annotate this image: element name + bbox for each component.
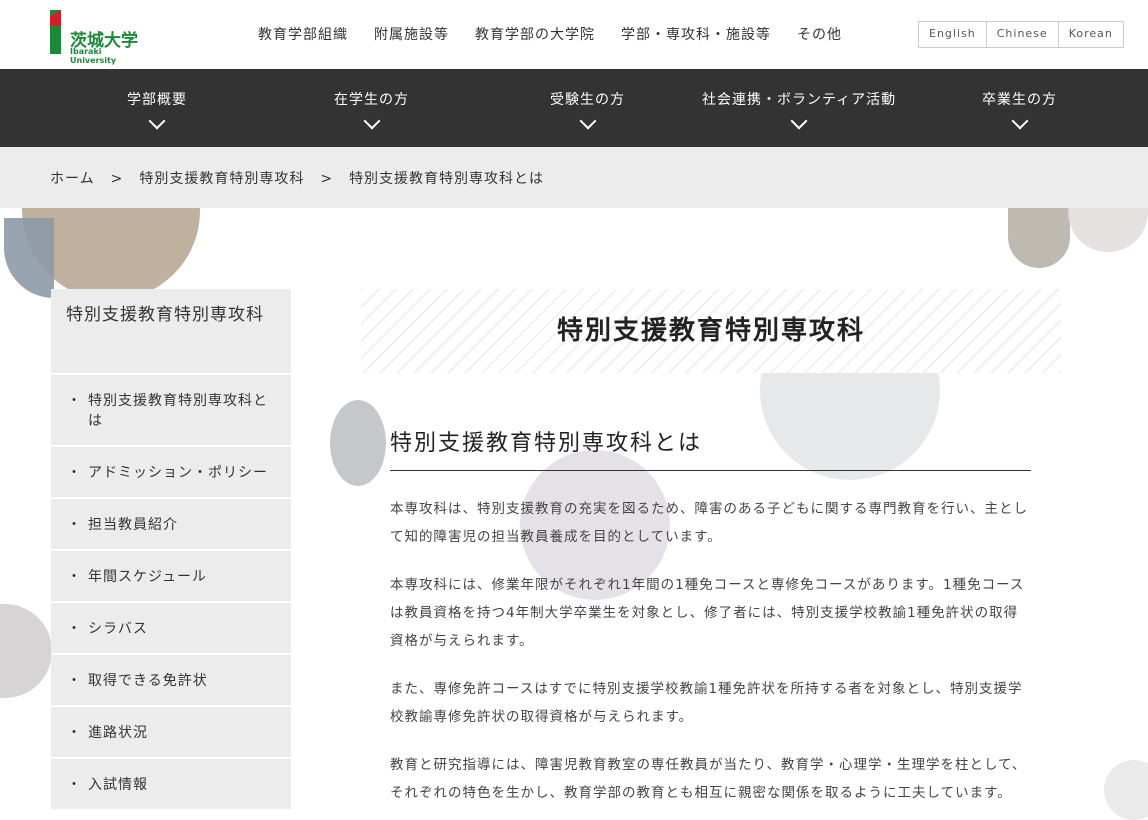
main-nav: 学部概要 在学生の方 受験生の方 社会連携・ボランティア活動 卒業生の方 bbox=[0, 69, 1148, 147]
university-logo[interactable]: 茨城大学 Ibaraki University bbox=[50, 10, 150, 65]
sidebar-item-faculty[interactable]: ・担当教員紹介 bbox=[51, 497, 291, 549]
page-title: 特別支援教育特別専攻科 bbox=[556, 316, 865, 346]
topnav-graduate-school[interactable]: 教育学部の大学院 bbox=[475, 24, 595, 44]
logo-name-en: Ibaraki University bbox=[70, 47, 117, 65]
sidebar-item-label: 進路状況 bbox=[88, 725, 148, 741]
mainnav-about[interactable]: 学部概要 bbox=[127, 89, 187, 130]
bullet: ・ bbox=[67, 673, 82, 689]
sidebar-item-label: 取得できる免許状 bbox=[88, 673, 208, 689]
decorative-photo bbox=[1104, 760, 1148, 820]
bullet: ・ bbox=[67, 393, 82, 409]
sidebar: 特別支援教育特別専攻科 ・特別支援教育特別専攻科とは ・アドミッション・ポリシー… bbox=[51, 289, 291, 809]
paragraph: 本専攻科には、修業年限がそれぞれ1年間の1種免コースと専修免コースがあります。1… bbox=[390, 577, 1025, 649]
language-switcher: English Chinese Korean bbox=[918, 21, 1124, 48]
mainnav-community[interactable]: 社会連携・ボランティア活動 bbox=[702, 89, 897, 130]
chevron-down-icon bbox=[1011, 112, 1028, 130]
utility-nav: 教育学部組織 附属施設等 教育学部の大学院 学部・専攻科・施設等 その他 bbox=[258, 24, 868, 44]
sidebar-item-about[interactable]: ・特別支援教育特別専攻科とは bbox=[51, 373, 291, 445]
sidebar-item-licenses[interactable]: ・取得できる免許状 bbox=[51, 653, 291, 705]
bullet: ・ bbox=[67, 465, 82, 481]
sidebar-item-label: シラバス bbox=[88, 621, 148, 637]
sidebar-item-label: アドミッション・ポリシー bbox=[88, 465, 268, 481]
mainnav-applicants-label: 受験生の方 bbox=[550, 92, 625, 108]
sidebar-item-syllabus[interactable]: ・シラバス bbox=[51, 601, 291, 653]
chevron-down-icon bbox=[148, 112, 166, 130]
sidebar-item-admission-policy[interactable]: ・アドミッション・ポリシー bbox=[51, 445, 291, 497]
sidebar-item-label: 年間スケジュール bbox=[88, 569, 208, 585]
mainnav-about-label: 学部概要 bbox=[127, 92, 187, 108]
bullet: ・ bbox=[67, 621, 82, 637]
lang-chinese-button[interactable]: Chinese bbox=[987, 22, 1059, 47]
bullet: ・ bbox=[67, 725, 82, 741]
sidebar-item-label: 特別支援教育特別専攻科とは bbox=[88, 393, 268, 429]
sidebar-item-label: 入試情報 bbox=[88, 777, 148, 793]
breadcrumb-current: 特別支援教育特別専攻科とは bbox=[349, 171, 545, 187]
sidebar-item-label: 担当教員紹介 bbox=[88, 517, 178, 533]
lang-korean-button[interactable]: Korean bbox=[1059, 22, 1123, 47]
chevron-down-icon bbox=[363, 112, 380, 130]
breadcrumb-separator: > bbox=[320, 171, 334, 187]
sidebar-item-admissions[interactable]: ・入試情報 bbox=[51, 757, 291, 809]
section-title: 特別支援教育特別専攻科とは bbox=[390, 425, 1031, 471]
breadcrumb: ホーム > 特別支援教育特別専攻科 > 特別支援教育特別専攻科とは bbox=[0, 147, 1148, 208]
main-content: 特別支援教育特別専攻科とは 本専攻科は、特別支援教育の充実を図るため、障害のある… bbox=[390, 425, 1031, 807]
breadcrumb-separator: > bbox=[110, 171, 124, 187]
breadcrumb-department[interactable]: 特別支援教育特別専攻科 bbox=[139, 171, 304, 187]
topnav-departments[interactable]: 学部・専攻科・施設等 bbox=[621, 24, 771, 44]
decorative-photo bbox=[1008, 208, 1070, 268]
sidebar-item-schedule[interactable]: ・年間スケジュール bbox=[51, 549, 291, 601]
mainnav-community-label: 社会連携・ボランティア活動 bbox=[702, 92, 897, 108]
sidebar-item-career[interactable]: ・進路状況 bbox=[51, 705, 291, 757]
breadcrumb-home[interactable]: ホーム bbox=[50, 171, 95, 187]
bullet: ・ bbox=[67, 569, 82, 585]
mainnav-alumni[interactable]: 卒業生の方 bbox=[982, 89, 1057, 130]
paragraph: また、専修免許コースはすでに特別支援学校教諭1種免許状を所持する者を対象とし、特… bbox=[390, 681, 1023, 725]
chevron-down-icon bbox=[790, 112, 808, 130]
bullet: ・ bbox=[67, 517, 82, 533]
decorative-photo bbox=[330, 400, 386, 486]
mainnav-students-label: 在学生の方 bbox=[334, 92, 409, 108]
paragraph: 教育と研究指導には、障害児教育教室の専任教員が当たり、教育学・心理学・生理学を柱… bbox=[390, 757, 1027, 801]
topnav-other[interactable]: その他 bbox=[797, 24, 842, 44]
decorative-photo bbox=[0, 604, 52, 698]
page-title-banner: 特別支援教育特別専攻科 bbox=[361, 289, 1061, 373]
mainnav-applicants[interactable]: 受験生の方 bbox=[550, 89, 625, 130]
paragraph: 本専攻科は、特別支援教育の充実を図るため、障害のある子どもに関する専門教育を行い… bbox=[390, 501, 1028, 545]
mainnav-students[interactable]: 在学生の方 bbox=[334, 89, 409, 130]
chevron-down-icon bbox=[579, 112, 596, 130]
decorative-photo bbox=[4, 218, 54, 298]
mainnav-alumni-label: 卒業生の方 bbox=[982, 92, 1057, 108]
top-header: 茨城大学 Ibaraki University 教育学部組織 附属施設等 教育学… bbox=[0, 0, 1148, 69]
decorative-photo bbox=[1068, 208, 1148, 252]
bullet: ・ bbox=[67, 777, 82, 793]
topnav-organization[interactable]: 教育学部組織 bbox=[258, 24, 348, 44]
lang-english-button[interactable]: English bbox=[919, 22, 987, 47]
sidebar-title: 特別支援教育特別専攻科 bbox=[51, 289, 291, 373]
topnav-facilities[interactable]: 附属施設等 bbox=[374, 24, 449, 44]
